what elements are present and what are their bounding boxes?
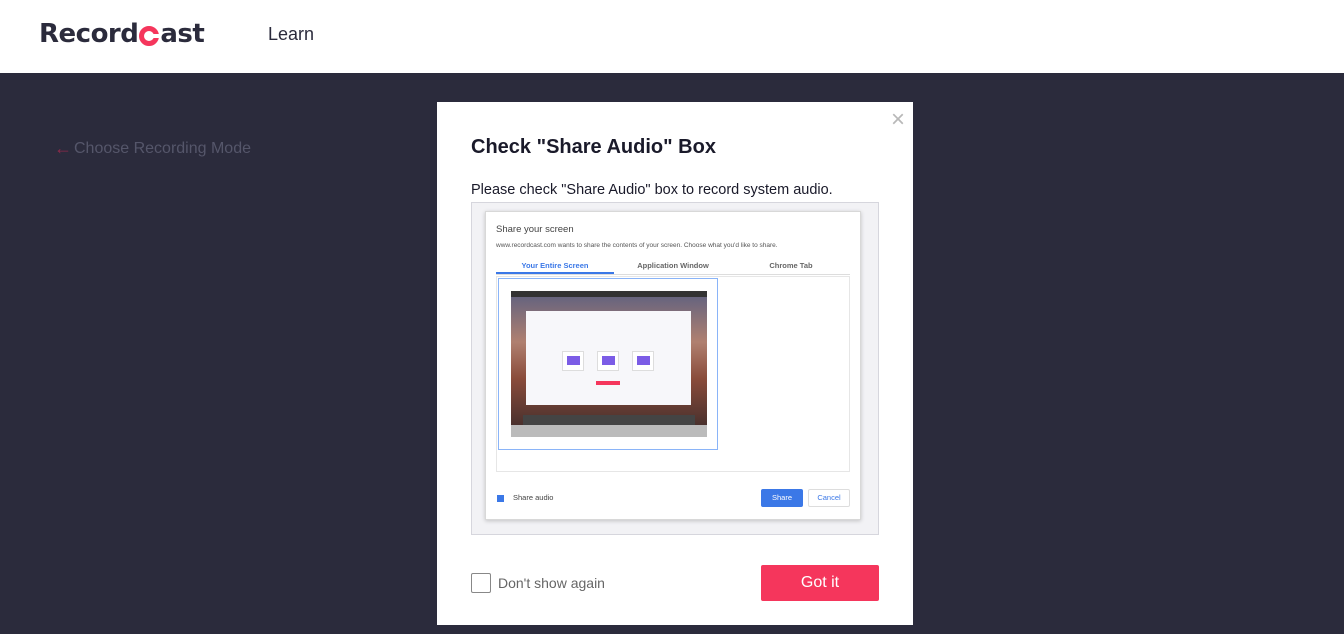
back-label: Choose Recording Mode [74, 139, 251, 157]
illustration-tab: Chrome Tab [769, 261, 813, 270]
dont-show-checkbox[interactable] [471, 573, 491, 593]
share-audio-label: Share audio [513, 493, 554, 502]
illustration-title: Share your screen [496, 224, 574, 235]
share-audio-modal: × Check "Share Audio" Box Please check "… [437, 102, 913, 625]
share-audio-checkbox-icon [497, 495, 504, 502]
logo-text-start: Record [39, 19, 139, 49]
dont-show-label: Don't show again [498, 575, 605, 591]
got-it-button[interactable]: Got it [761, 565, 879, 601]
desktop-preview [511, 291, 707, 437]
illustration-tab: Application Window [637, 261, 709, 270]
illustration-tab: Your Entire Screen [496, 259, 614, 274]
illustration-cancel-button: Cancel [808, 489, 850, 507]
top-bar: Record ast Learn [0, 0, 1344, 73]
close-icon[interactable]: × [891, 108, 905, 132]
recordcast-logo[interactable]: Record ast [39, 17, 205, 51]
illustration-pane [496, 276, 850, 472]
logo-text-end: ast [160, 19, 205, 49]
arrow-left-icon: ← [54, 138, 72, 158]
nav-learn-link[interactable]: Learn [268, 24, 314, 45]
illustration-subtitle: www.recordcast.com wants to share the co… [496, 242, 778, 249]
back-to-recording-mode[interactable]: ← Choose Recording Mode [54, 138, 251, 159]
illustration-share-button: Share [761, 489, 803, 507]
modal-title: Check "Share Audio" Box [471, 136, 716, 158]
chrome-share-dialog-image: Share your screen www.recordcast.com wan… [485, 211, 861, 520]
share-screen-illustration: Share your screen www.recordcast.com wan… [471, 202, 879, 535]
modal-description: Please check "Share Audio" box to record… [471, 182, 833, 198]
dont-show-again[interactable]: Don't show again [471, 573, 605, 593]
logo-c-icon [139, 26, 161, 46]
illustration-tabs: Your Entire Screen Application Window Ch… [496, 259, 850, 275]
screen-thumbnail [498, 278, 718, 450]
